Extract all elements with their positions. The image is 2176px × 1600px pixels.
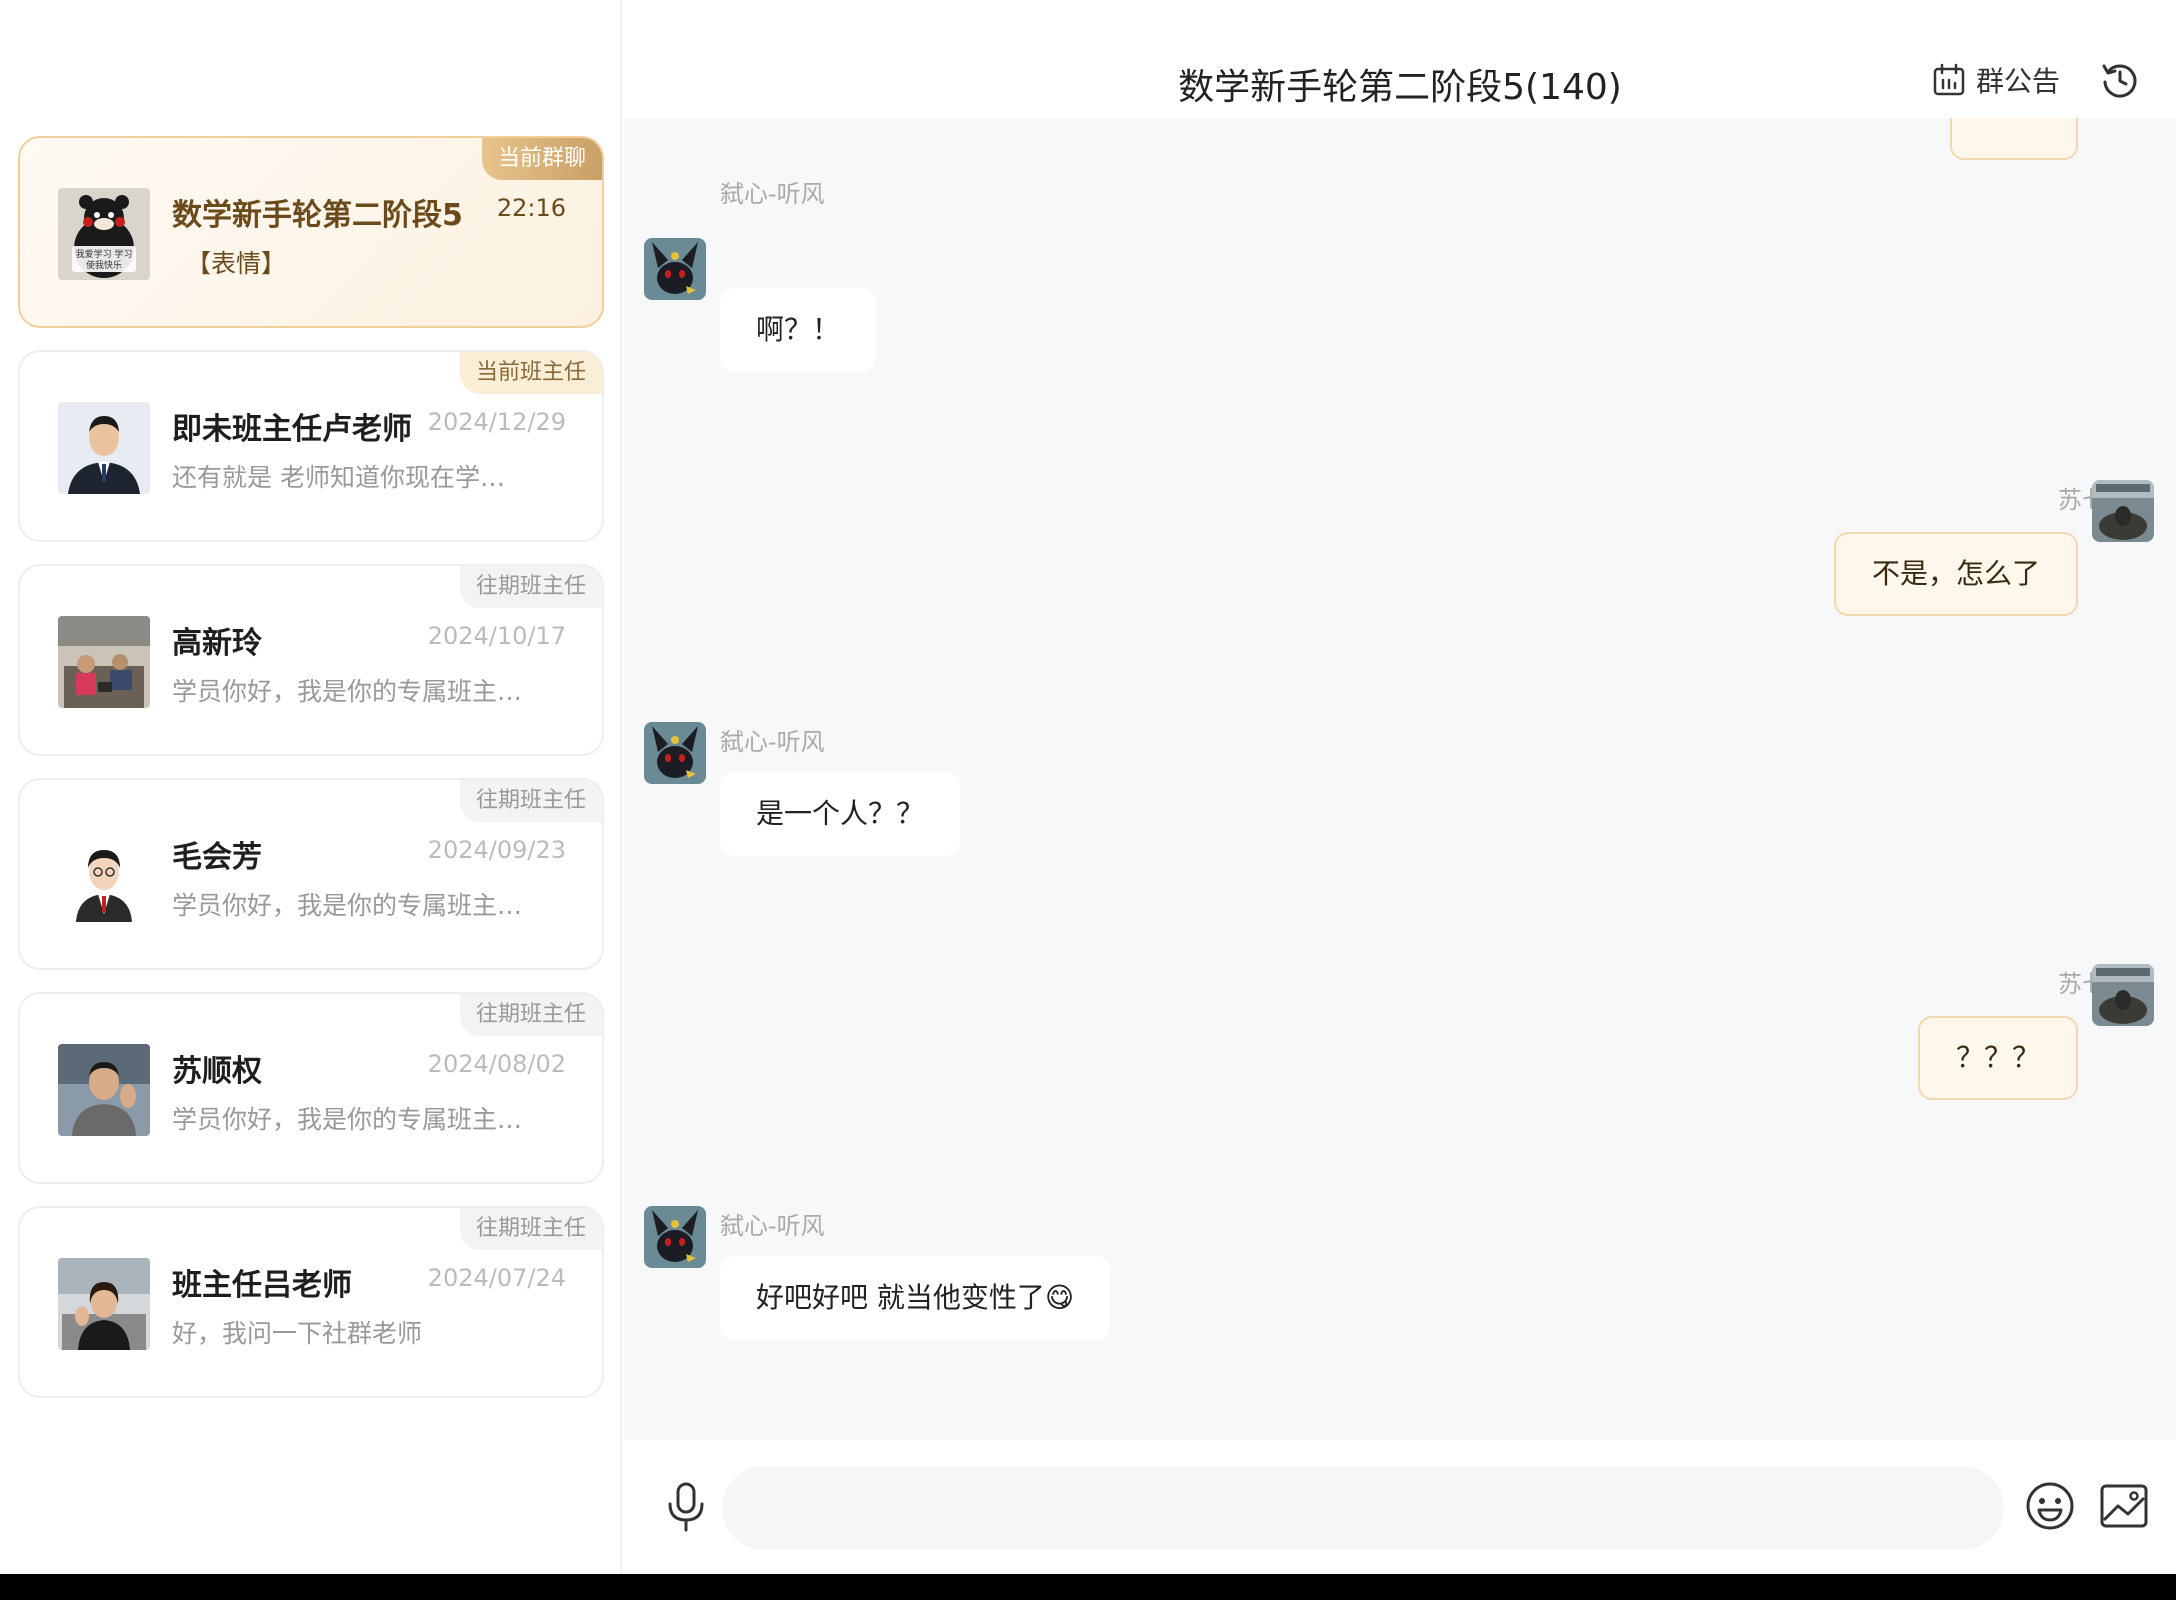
history-button[interactable] [2100,60,2140,100]
conversation-name: 即未班主任卢老师 [172,412,412,447]
status-badge: 往期班主任 [459,566,602,608]
message-bubble: 啊？！ [720,288,877,372]
system-bottom-bar [0,1574,2176,1600]
conversation-item-group[interactable]: 当前群聊 我爱学习 学习使我快乐 数学新手轮第二阶段5 22:16 【表情】 [18,136,604,328]
avatar: 我爱学习 学习使我快乐 [58,188,150,280]
conversation-preview: 学员你好，我是你的专属班主… [172,677,523,706]
conversation-time: 2024/10/17 [427,622,566,650]
message-bubble: 好吧好吧 就当他变性了😋 [720,1256,1111,1340]
calendar-icon [1933,63,1965,96]
history-clock-icon [2102,64,2137,98]
sender-name: 弑心-听风 [720,180,825,208]
microphone-icon [668,1482,704,1532]
avatar [58,1044,150,1136]
conversation-time: 2024/09/23 [427,836,566,864]
avatar [58,402,150,494]
group-notice-button[interactable]: 群公告 [1932,60,2060,100]
avatar[interactable] [2092,964,2154,1026]
avatar[interactable] [644,238,706,300]
conversation-preview: 学员你好，我是你的专属班主… [172,891,523,920]
status-badge: 往期班主任 [459,780,602,822]
conversation-time: 2024/12/29 [427,408,566,436]
avatar-caption: 我爱学习 学习使我快乐 [75,250,133,271]
conversation-item-teacher[interactable]: 往期班主任 苏顺权 2024/08/02 学员你好，我是你的专属班主… [18,992,604,1184]
conversation-item-teacher[interactable]: 往期班主任 高新玲 2024/10/17 学员你好，我是你的专属班主… [18,564,604,756]
conversation-name: 苏顺权 [172,1054,262,1089]
conversation-name: 数学新手轮第二阶段5 [172,198,463,233]
avatar [58,1258,150,1350]
emoji-button[interactable] [2024,1480,2076,1532]
avatar[interactable] [2092,480,2154,542]
message-bubble: 不是，怎么了 [1833,532,2078,616]
conversation-name: 高新玲 [172,626,262,661]
message-bubble: ？？？ [1917,1016,2078,1100]
smiley-icon [2026,1482,2074,1530]
message-input[interactable] [722,1466,2004,1550]
avatar [58,616,150,708]
conversation-preview: 【表情】 [186,249,287,278]
conversation-item-teacher[interactable]: 当前班主任 即未班主任卢老师 2024/12/29 还有就是 老师知道你现在学… [18,350,604,542]
avatar[interactable] [644,1206,706,1268]
conversation-time: 2024/08/02 [427,1050,566,1078]
message-bubble-partial [1950,118,2078,160]
input-bar [624,1440,2176,1574]
conversation-preview: 还有就是 老师知道你现在学… [172,463,505,492]
message-bubble: 是一个人？？ [720,772,961,856]
conversation-name: 毛会芳 [172,840,262,875]
conversation-item-teacher[interactable]: 往期班主任 班主任吕老师 2024/07/24 好，我问一下社群老师 [18,1206,604,1398]
avatar [58,830,150,922]
sender-name: 弑心-听风 [720,728,825,756]
status-badge: 当前群聊 [481,138,602,180]
conversation-sidebar: 当前群聊 我爱学习 学习使我快乐 数学新手轮第二阶段5 22:16 【表情】 当… [0,0,622,1574]
conversation-time: 22:16 [496,194,566,222]
message-list[interactable]: 弑心-听风 啊？！ 苏七 不是，怎么了 弑心-听风 是一个人？？ 苏七 ？？？ … [624,118,2176,1440]
image-icon [2100,1484,2148,1528]
avatar[interactable] [644,722,706,784]
conversation-time: 2024/07/24 [427,1264,566,1292]
chat-header: 数学新手轮第二阶段5(140) 群公告 [624,0,2176,118]
group-notice-label: 群公告 [1976,65,2061,98]
status-badge: 往期班主任 [459,1208,602,1250]
voice-button[interactable] [658,1478,714,1534]
conversation-item-teacher[interactable]: 往期班主任 毛会芳 2024/09/23 学员你好，我是你的专属班主… [18,778,604,970]
image-button[interactable] [2098,1480,2150,1532]
conversation-name: 班主任吕老师 [172,1268,352,1303]
chat-panel: 数学新手轮第二阶段5(140) 群公告 弑心-听风 啊？！ 苏七 不是，怎么了 … [624,0,2176,1574]
conversation-preview: 学员你好，我是你的专属班主… [172,1105,523,1134]
status-badge: 当前班主任 [459,352,602,394]
status-badge: 往期班主任 [459,994,602,1036]
conversation-preview: 好，我问一下社群老师 [172,1319,423,1348]
sender-name: 弑心-听风 [720,1212,825,1240]
